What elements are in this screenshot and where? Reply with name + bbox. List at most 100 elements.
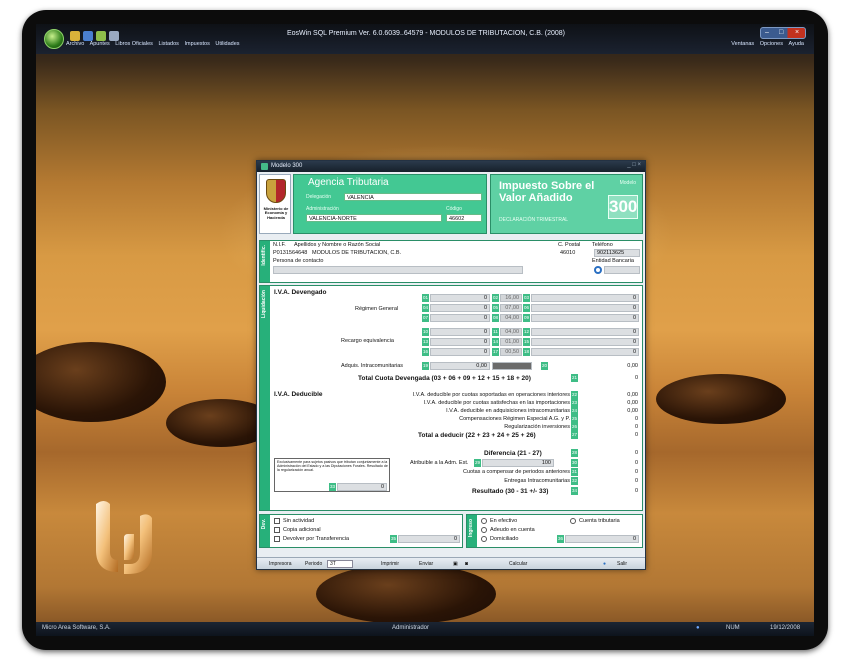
- save-icon[interactable]: ▣: [453, 561, 458, 567]
- cuota-09[interactable]: 0: [531, 314, 639, 322]
- quick-search-icon[interactable]: [109, 31, 119, 41]
- entidad-label: Entidad Bancaria: [592, 258, 634, 264]
- deducible-0-value[interactable]: 0,00: [590, 392, 638, 398]
- ingreso-value[interactable]: 0: [565, 535, 639, 543]
- base-07[interactable]: 0: [430, 314, 490, 322]
- cpostal-value[interactable]: 46010: [560, 250, 575, 256]
- menu-utilidades[interactable]: Utilidades: [215, 41, 239, 47]
- deducible-3-value[interactable]: 0: [590, 416, 638, 422]
- menu-listados[interactable]: Listados: [158, 41, 179, 47]
- base-13[interactable]: 0: [430, 338, 490, 346]
- base-10[interactable]: 0: [430, 328, 490, 336]
- adquis-label: Adquis. Intracomunitarias: [341, 363, 404, 369]
- ingreso-section: Ingreso En efectivo Adeudo en cuenta Dom…: [466, 514, 643, 548]
- nombre-value[interactable]: MODULOS DE TRIBUTACION, C.B.: [312, 250, 401, 256]
- atribuible-pct[interactable]: 100: [482, 459, 554, 467]
- contacto-field[interactable]: [273, 266, 523, 274]
- entidad-field[interactable]: [604, 266, 640, 274]
- quick-print-icon[interactable]: [96, 31, 106, 41]
- delegacion-label: Delegación: [306, 194, 332, 200]
- pct-14[interactable]: 01,00: [500, 338, 522, 346]
- cuotas-label: Cuotas a compensar de periodos anteriore…: [462, 469, 570, 475]
- menu-opciones[interactable]: Opciones: [760, 41, 783, 47]
- exclusivo-field[interactable]: 0: [337, 483, 387, 491]
- help-icon[interactable]: ●: [603, 561, 606, 567]
- menu-archivo[interactable]: Archivo: [66, 41, 84, 47]
- pct-17[interactable]: 00,50: [500, 348, 522, 356]
- domiciliado-radio[interactable]: [481, 536, 487, 542]
- salir-button[interactable]: Salir: [617, 561, 627, 567]
- app-orb-icon[interactable]: [44, 29, 64, 49]
- brand-logo-icon: [96, 501, 152, 574]
- identificacion-section: Identific. N.I.F. Apellidos y Nombre o R…: [259, 240, 643, 283]
- entregas-value[interactable]: 0: [590, 478, 638, 484]
- window-controls-icon[interactable]: _ □ ×: [627, 162, 641, 168]
- deducible-2-value[interactable]: 0,00: [590, 408, 638, 414]
- menu-impuestos[interactable]: Impuestos: [184, 41, 209, 47]
- pct-11[interactable]: 04,00: [500, 328, 522, 336]
- minimize-icon[interactable]: –: [765, 29, 769, 36]
- cuenta-radio[interactable]: [570, 518, 576, 524]
- sin-actividad-checkbox[interactable]: [274, 518, 280, 524]
- disk-icon[interactable]: ◙: [465, 561, 468, 567]
- diferencia-label: Diferencia (21 - 27): [484, 450, 542, 457]
- calcular-button[interactable]: Calcular: [509, 561, 527, 567]
- quick-save-icon[interactable]: [83, 31, 93, 41]
- impresora-button[interactable]: Impresora: [269, 561, 292, 567]
- cuota-15[interactable]: 0: [531, 338, 639, 346]
- box-33: 33: [329, 483, 336, 491]
- administracion-field[interactable]: VALENCIA-NORTE: [306, 214, 442, 222]
- cuota-03[interactable]: 0: [531, 294, 639, 302]
- close-icon[interactable]: ×: [795, 29, 799, 36]
- base-16[interactable]: 0: [430, 348, 490, 356]
- ingreso-side: Ingreso: [467, 515, 477, 547]
- imprimir-button[interactable]: Imprimir: [381, 561, 399, 567]
- deducible-1-value[interactable]: 0,00: [590, 400, 638, 406]
- box-15: 15: [523, 338, 530, 346]
- monitor-frame: EosWin SQL Premium Ver. 6.0.6039..64579 …: [22, 10, 828, 650]
- diferencia-value: 0: [634, 450, 638, 456]
- box-12: 12: [523, 328, 530, 336]
- devolver-checkbox[interactable]: [274, 536, 280, 542]
- maximize-icon[interactable]: □: [779, 29, 783, 36]
- adquis-cuota[interactable]: 0,00: [590, 363, 638, 369]
- nif-value[interactable]: P0131564648: [273, 250, 307, 256]
- menu-ventanas[interactable]: Ventanas: [731, 41, 754, 47]
- base-01[interactable]: 0: [430, 294, 490, 302]
- quick-open-icon[interactable]: [70, 31, 80, 41]
- cuota-12[interactable]: 0: [531, 328, 639, 336]
- adquis-base[interactable]: 0,00: [430, 362, 490, 370]
- base-04[interactable]: 0: [430, 304, 490, 312]
- tray-icon[interactable]: ●: [696, 625, 700, 631]
- copia-checkbox[interactable]: [274, 527, 280, 533]
- efectivo-radio[interactable]: [481, 518, 487, 524]
- pct-08[interactable]: 04,00: [500, 314, 522, 322]
- enviar-button[interactable]: Enviar: [419, 561, 433, 567]
- pct-02[interactable]: 16,00: [500, 294, 522, 302]
- nif-label: N.I.F.: [273, 242, 286, 248]
- menu-ayuda[interactable]: Ayuda: [789, 41, 805, 47]
- modelo-number: 300: [608, 195, 638, 219]
- devolver-value[interactable]: 0: [398, 535, 460, 543]
- box-25: 25: [571, 415, 578, 423]
- menu-bar: Archivo Apuntes Libros Oficiales Listado…: [66, 41, 244, 47]
- deducible-4-value[interactable]: 0: [590, 424, 638, 430]
- pct-05[interactable]: 07,00: [500, 304, 522, 312]
- deducible-1-label: I.V.A. deducible por cuotas satisfechas …: [423, 400, 570, 406]
- cuotas-value[interactable]: 0: [590, 469, 638, 475]
- periodo-select[interactable]: 3T: [327, 560, 353, 568]
- cuota-06[interactable]: 0: [531, 304, 639, 312]
- codigo-field[interactable]: 46602: [446, 214, 482, 222]
- total-deducir-value: 0: [634, 432, 638, 438]
- box-28: 28: [571, 449, 578, 457]
- deducible-3-label: Compensaciones Régimen Especial A.G. y P…: [459, 416, 570, 422]
- menu-apuntes[interactable]: Apuntes: [90, 41, 110, 47]
- adeudo-radio[interactable]: [481, 527, 487, 533]
- telefono-value[interactable]: 902113625: [594, 249, 640, 257]
- delegacion-field[interactable]: VALENCIA: [344, 193, 482, 201]
- box-32: 32: [571, 477, 578, 485]
- menu-libros[interactable]: Libros Oficiales: [115, 41, 153, 47]
- resultado-value: 0: [634, 488, 638, 494]
- cuota-18[interactable]: 0: [531, 348, 639, 356]
- search-icon[interactable]: [594, 266, 602, 274]
